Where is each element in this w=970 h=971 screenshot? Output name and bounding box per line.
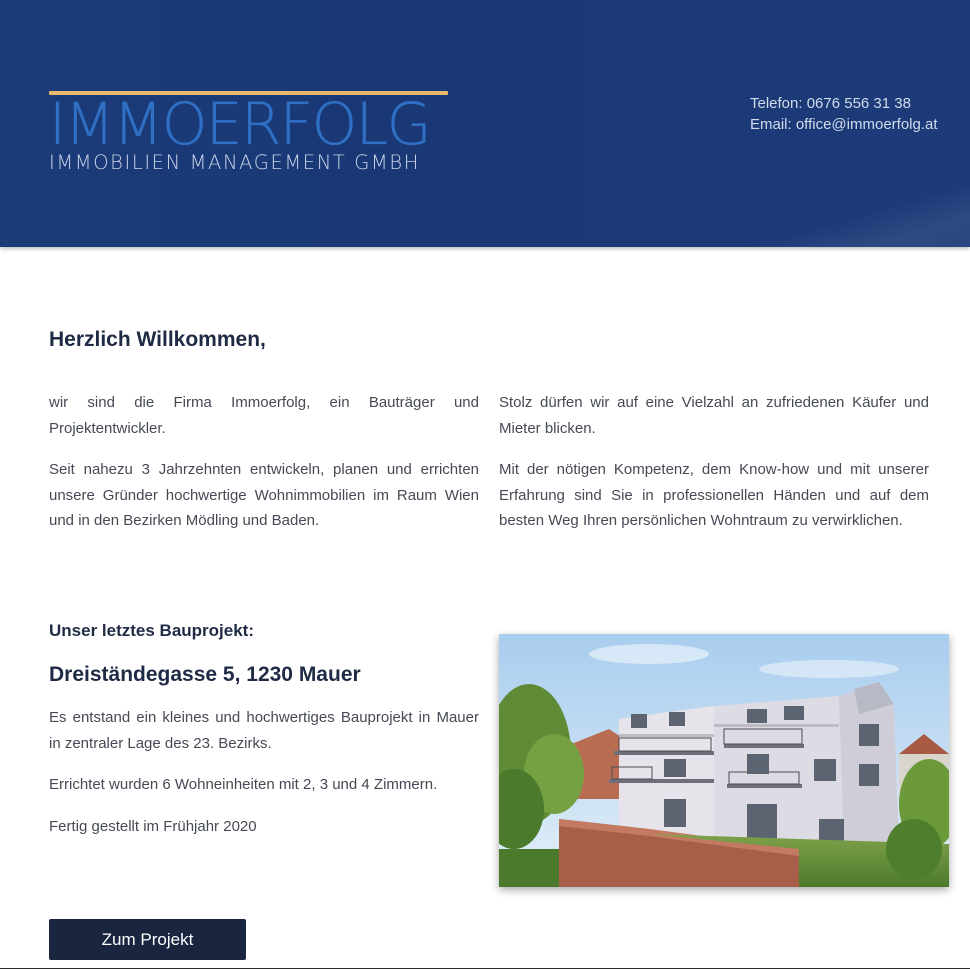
welcome-paragraph: Stolz dürfen wir auf eine Vielzahl an zu… xyxy=(499,394,929,437)
header-decoration xyxy=(747,183,970,247)
project-image xyxy=(499,634,949,887)
project-paragraph: Es entstand ein kleines und hochwertiges… xyxy=(49,709,479,752)
contact-phone[interactable]: Telefon: 0676 556 31 38 xyxy=(750,93,938,114)
contact-email[interactable]: Email: office@immoerfolg.at xyxy=(750,114,938,135)
welcome-heading: Herzlich Willkommen, xyxy=(49,328,266,351)
project-paragraph: Fertig gestellt im Frühjahr 2020 xyxy=(49,817,257,835)
building-rendering xyxy=(499,634,949,887)
bottom-divider xyxy=(0,968,970,969)
project-kicker: Unser letztes Bauprojekt: xyxy=(49,621,254,640)
welcome-paragraph: Mit der nötigen Kompetenz, dem Know-how … xyxy=(499,461,929,529)
project-title: Dreiständegasse 5, 1230 Mauer xyxy=(49,663,361,686)
welcome-paragraph: Seit nahezu 3 Jahrzehnten entwickeln, pl… xyxy=(49,461,479,529)
welcome-left-column: wir sind die Firma Immoerfolg, ein Bautr… xyxy=(49,390,479,550)
project-paragraph: Errichtet wurden 6 Wohneinheiten mit 2, … xyxy=(49,776,438,793)
contact-info: Telefon: 0676 556 31 38 Email: office@im… xyxy=(750,93,938,135)
project-description: Es entstand ein kleines und hochwertiges… xyxy=(49,705,479,855)
welcome-paragraph: wir sind die Firma Immoerfolg, ein Bautr… xyxy=(49,394,479,437)
logo-subtitle: IMMOBILIEN MANAGEMENT GMBH xyxy=(49,151,420,174)
company-logo[interactable]: IMMOERFOLG IMMOBILIEN MANAGEMENT GMBH xyxy=(49,91,449,173)
project-button[interactable]: Zum Projekt xyxy=(49,919,246,960)
welcome-right-column: Stolz dürfen wir auf eine Vielzahl an zu… xyxy=(499,390,929,550)
site-header: IMMOERFOLG IMMOBILIEN MANAGEMENT GMBH Te… xyxy=(0,0,970,247)
logo-name: IMMOERFOLG xyxy=(49,90,432,158)
